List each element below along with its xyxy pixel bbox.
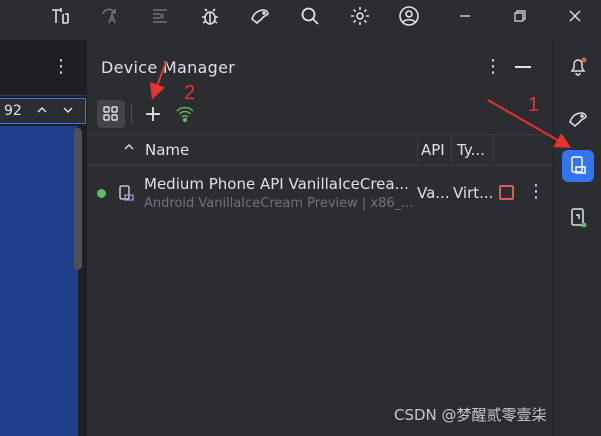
device-subtitle: Android VanillaIceCream Preview | x86_..… bbox=[144, 196, 414, 211]
apply-changes-icon[interactable] bbox=[96, 2, 124, 30]
notifications-bell-icon[interactable] bbox=[562, 50, 594, 82]
profiler-icon[interactable] bbox=[246, 2, 274, 30]
group-by-grid-icon[interactable] bbox=[97, 100, 125, 128]
right-tool-window-bar bbox=[553, 40, 601, 436]
column-header-name[interactable]: Name bbox=[145, 141, 189, 159]
column-separator[interactable] bbox=[493, 135, 494, 165]
hide-panel-icon[interactable] bbox=[515, 66, 531, 68]
gradle-elephant-icon[interactable] bbox=[562, 102, 594, 134]
device-actions-kebab-icon[interactable]: ⋮ bbox=[527, 180, 545, 204]
table-row[interactable]: Medium Phone API VanillaIceCrea... Andro… bbox=[87, 168, 553, 218]
panel-options-kebab-icon[interactable]: ⋮ bbox=[483, 56, 503, 78]
zoom-value: 92 bbox=[4, 103, 22, 119]
minimize-window-icon[interactable] bbox=[450, 2, 480, 30]
device-manager-toolbar: + bbox=[87, 96, 553, 134]
account-avatar-icon[interactable] bbox=[395, 2, 423, 30]
device-table-header: Name API Ty... bbox=[87, 134, 553, 166]
search-icon[interactable] bbox=[296, 2, 324, 30]
main-toolbar bbox=[0, 0, 601, 34]
zoom-control[interactable]: 92 bbox=[0, 98, 86, 124]
build-hammer-icon[interactable] bbox=[46, 2, 74, 30]
stop-device-icon[interactable] bbox=[499, 185, 514, 200]
device-api: Va... bbox=[417, 184, 450, 202]
restore-window-icon[interactable] bbox=[505, 2, 535, 30]
device-manager-icon[interactable] bbox=[562, 150, 594, 182]
device-type: Virt... bbox=[453, 184, 494, 202]
editor-pane: ⋮ 92 bbox=[0, 40, 86, 436]
column-header-api[interactable]: API bbox=[421, 141, 445, 159]
running-status-icon bbox=[97, 189, 106, 198]
debug-bug-icon[interactable] bbox=[196, 2, 224, 30]
toolbar-separator bbox=[131, 104, 132, 124]
annotation-label-2: 2 bbox=[184, 82, 196, 104]
editor-tab-bar: ⋮ bbox=[0, 40, 86, 96]
device-manager-panel: Device Manager ⋮ + Name API Ty... Medium… bbox=[87, 40, 553, 436]
panel-title: Device Manager bbox=[101, 58, 236, 77]
column-separator[interactable] bbox=[417, 135, 418, 165]
column-separator[interactable] bbox=[451, 135, 452, 165]
add-device-button[interactable]: + bbox=[139, 100, 167, 128]
editor-scrollbar[interactable] bbox=[74, 128, 82, 270]
device-name: Medium Phone API VanillaIceCrea... bbox=[144, 175, 409, 193]
close-window-icon[interactable] bbox=[560, 2, 590, 30]
virtual-device-phone-icon bbox=[117, 184, 135, 202]
apply-code-changes-icon[interactable] bbox=[146, 2, 174, 30]
editor-content-area[interactable] bbox=[0, 126, 78, 436]
editor-options-kebab-icon[interactable]: ⋮ bbox=[50, 56, 72, 78]
sort-chevron-up-icon[interactable] bbox=[123, 141, 135, 156]
chevron-down-icon[interactable] bbox=[62, 104, 74, 119]
watermark: CSDN @梦醒贰零壹柒 bbox=[394, 406, 547, 424]
column-header-type[interactable]: Ty... bbox=[457, 141, 485, 159]
annotation-label-1: 1 bbox=[528, 94, 540, 116]
running-devices-icon[interactable] bbox=[562, 202, 594, 234]
settings-gear-icon[interactable] bbox=[346, 2, 374, 30]
chevron-up-icon[interactable] bbox=[36, 104, 48, 119]
